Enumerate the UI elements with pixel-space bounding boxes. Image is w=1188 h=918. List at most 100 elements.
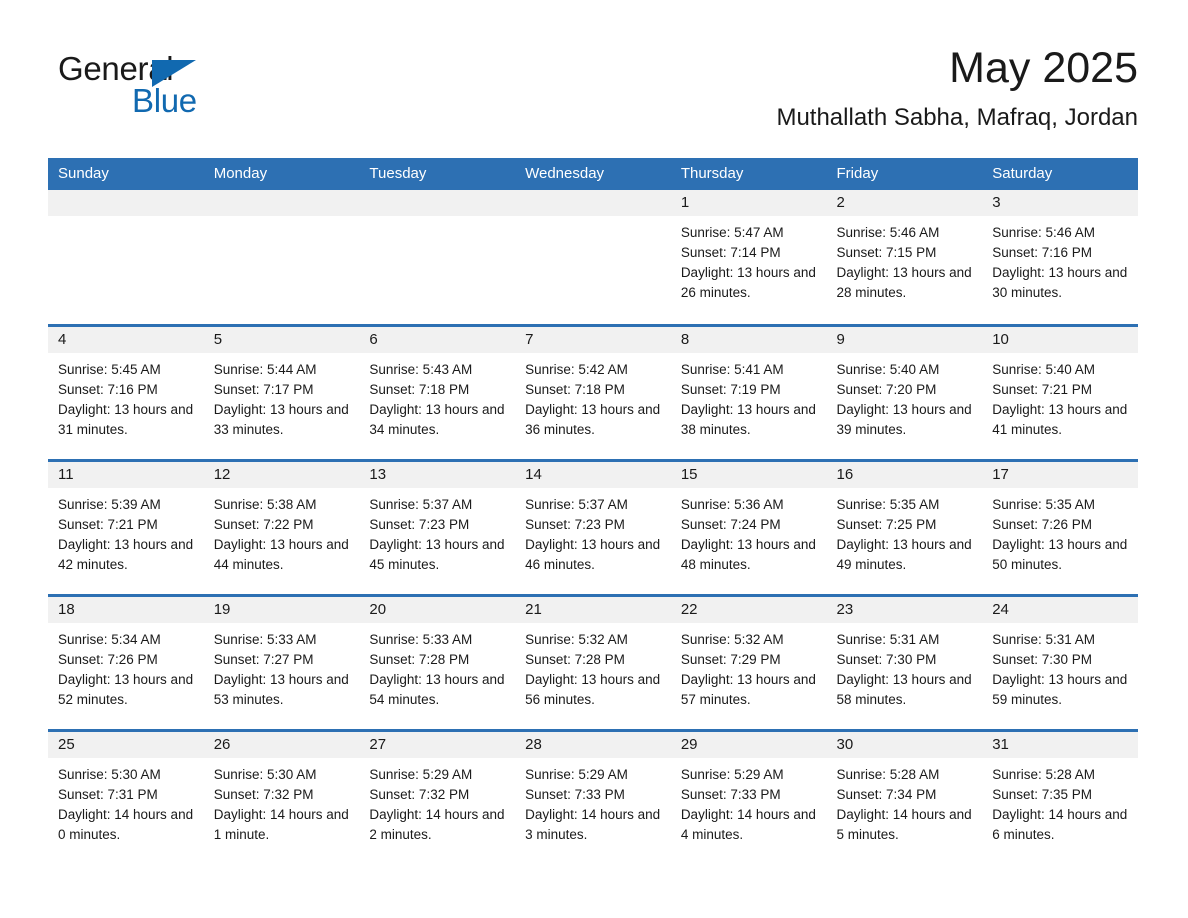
day-number <box>203 190 360 216</box>
calendar-day-cell[interactable]: 11 Sunrise: 5:39 AM Sunset: 7:21 PM Dayligh… <box>48 458 204 595</box>
sunrise-text: Sunrise: 5:29 AM <box>680 766 784 782</box>
calendar-day-cell[interactable]: 29 Sunrise: 5:29 AM Sunset: 7:33 PM Dayligh… <box>670 728 827 865</box>
sunset-text: Sunset: 7:35 PM <box>992 786 1093 802</box>
calendar-day-cell[interactable]: 1 Sunrise: 5:47 AM Sunset: 7:14 PM Daylight… <box>670 190 827 325</box>
daylight-text: Daylight: 13 hours and 53 minutes. <box>213 671 349 707</box>
sunset-text: Sunset: 7:21 PM <box>58 516 158 532</box>
day-number <box>515 190 671 216</box>
sunrise-text: Sunrise: 5:28 AM <box>992 766 1096 782</box>
calendar-day-cell[interactable]: 19 Sunrise: 5:33 AM Sunset: 7:27 PM Dayligh… <box>203 593 360 730</box>
daylight-text: Daylight: 13 hours and 49 minutes. <box>836 536 972 572</box>
sunset-text: Sunset: 7:18 PM <box>369 381 470 397</box>
calendar-day-cell[interactable]: 3 Sunrise: 5:46 AM Sunset: 7:16 PM Daylight… <box>982 190 1138 325</box>
daylight-text: Daylight: 13 hours and 45 minutes. <box>369 536 505 572</box>
daylight-text: Daylight: 13 hours and 44 minutes. <box>213 536 349 572</box>
general-blue-logo[interactable]: General Blue <box>58 52 218 122</box>
calendar-day-cell[interactable]: 17 Sunrise: 5:35 AM Sunset: 7:26 PM Dayligh… <box>982 458 1138 595</box>
calendar-day-cell[interactable]: 2 Sunrise: 5:46 AM Sunset: 7:15 PM Daylight… <box>826 190 983 325</box>
day-number: 27 <box>359 731 516 758</box>
day-details: Sunrise: 5:31 AM Sunset: 7:30 PM Daylight:… <box>982 623 1138 710</box>
calendar-day-cell[interactable]: 31 Sunrise: 5:28 AM Sunset: 7:35 PM Dayligh… <box>982 728 1138 865</box>
sunset-text: Sunset: 7:31 PM <box>58 786 158 802</box>
day-number: 4 <box>48 326 204 353</box>
weekday-header-friday: Friday <box>826 158 983 190</box>
day-details: Sunrise: 5:41 AM Sunset: 7:19 PM Daylight:… <box>671 353 827 440</box>
weekday-header-sunday: Sunday <box>48 158 204 190</box>
day-number: 22 <box>670 596 827 623</box>
calendar-day-cell[interactable]: 6 Sunrise: 5:43 AM Sunset: 7:18 PM Daylight… <box>359 323 516 460</box>
calendar-day-cell[interactable]: 27 Sunrise: 5:29 AM Sunset: 7:32 PM Dayligh… <box>359 728 516 865</box>
calendar-day-cell[interactable]: 30 Sunrise: 5:28 AM Sunset: 7:34 PM Dayligh… <box>826 728 983 865</box>
calendar-week-row: 1 Sunrise: 5:47 AM Sunset: 7:14 PM Daylight… <box>48 190 1138 325</box>
day-details: Sunrise: 5:29 AM Sunset: 7:33 PM Daylight:… <box>515 758 671 845</box>
calendar-day-cell[interactable]: 16 Sunrise: 5:35 AM Sunset: 7:25 PM Dayligh… <box>826 458 983 595</box>
sunrise-text: Sunrise: 5:37 AM <box>525 496 628 512</box>
daylight-text: Daylight: 13 hours and 36 minutes. <box>525 401 661 437</box>
daylight-text: Daylight: 14 hours and 5 minutes. <box>836 806 972 842</box>
calendar-day-cell[interactable]: 12 Sunrise: 5:38 AM Sunset: 7:22 PM Dayligh… <box>203 458 360 595</box>
sunset-text: Sunset: 7:23 PM <box>525 516 625 532</box>
calendar-day-cell[interactable]: 13 Sunrise: 5:37 AM Sunset: 7:23 PM Dayligh… <box>359 458 516 595</box>
calendar-day-cell[interactable]: 9 Sunrise: 5:40 AM Sunset: 7:20 PM Daylight… <box>826 323 983 460</box>
sunset-text: Sunset: 7:32 PM <box>369 786 470 802</box>
calendar-day-cell[interactable]: 21 Sunrise: 5:32 AM Sunset: 7:28 PM Dayligh… <box>515 593 671 730</box>
sunset-text: Sunset: 7:33 PM <box>680 786 781 802</box>
sunset-text: Sunset: 7:25 PM <box>836 516 937 532</box>
day-number: 16 <box>826 461 983 488</box>
calendar-day-cell[interactable]: 22 Sunrise: 5:32 AM Sunset: 7:29 PM Dayligh… <box>670 593 827 730</box>
calendar-day-cell[interactable]: 4 Sunrise: 5:45 AM Sunset: 7:16 PM Daylight… <box>48 323 204 460</box>
daylight-text: Daylight: 13 hours and 48 minutes. <box>680 536 816 572</box>
calendar-week-row: 25 Sunrise: 5:30 AM Sunset: 7:31 PM Dayligh… <box>48 728 1138 865</box>
daylight-text: Daylight: 13 hours and 52 minutes. <box>58 671 194 707</box>
sunset-text: Sunset: 7:26 PM <box>992 516 1093 532</box>
daylight-text: Daylight: 14 hours and 4 minutes. <box>680 806 816 842</box>
day-number: 6 <box>359 326 516 353</box>
sunrise-text: Sunrise: 5:30 AM <box>58 766 161 782</box>
weekday-header-monday: Monday <box>203 158 360 190</box>
weekday-header-tuesday: Tuesday <box>359 158 516 190</box>
day-number: 5 <box>203 326 360 353</box>
day-details: Sunrise: 5:31 AM Sunset: 7:30 PM Daylight:… <box>827 623 983 710</box>
day-number: 11 <box>48 461 204 488</box>
sunset-text: Sunset: 7:18 PM <box>525 381 625 397</box>
day-details: Sunrise: 5:40 AM Sunset: 7:20 PM Daylight:… <box>827 353 983 440</box>
day-details <box>515 216 671 223</box>
sunrise-text: Sunrise: 5:42 AM <box>525 361 628 377</box>
daylight-text: Daylight: 13 hours and 30 minutes. <box>992 265 1128 300</box>
sunset-text: Sunset: 7:27 PM <box>213 651 314 667</box>
day-number: 30 <box>826 731 983 758</box>
day-details: Sunrise: 5:32 AM Sunset: 7:29 PM Daylight:… <box>671 623 827 710</box>
daylight-text: Daylight: 13 hours and 56 minutes. <box>525 671 661 707</box>
calendar-day-cell[interactable]: 24 Sunrise: 5:31 AM Sunset: 7:30 PM Dayligh… <box>982 593 1138 730</box>
sunrise-text: Sunrise: 5:29 AM <box>369 766 473 782</box>
sunset-text: Sunset: 7:30 PM <box>836 651 937 667</box>
calendar-body: 1 Sunrise: 5:47 AM Sunset: 7:14 PM Daylight… <box>48 190 1138 865</box>
calendar-day-cell[interactable]: 5 Sunrise: 5:44 AM Sunset: 7:17 PM Daylight… <box>203 323 360 460</box>
calendar-day-cell[interactable]: 15 Sunrise: 5:36 AM Sunset: 7:24 PM Dayligh… <box>670 458 827 595</box>
day-details: Sunrise: 5:33 AM Sunset: 7:28 PM Daylight:… <box>359 623 515 710</box>
calendar-day-cell[interactable]: 10 Sunrise: 5:40 AM Sunset: 7:21 PM Dayligh… <box>982 323 1138 460</box>
sunset-text: Sunset: 7:17 PM <box>213 381 314 397</box>
day-details: Sunrise: 5:30 AM Sunset: 7:32 PM Daylight:… <box>204 758 360 845</box>
calendar-day-cell[interactable]: 8 Sunrise: 5:41 AM Sunset: 7:19 PM Daylight… <box>670 323 827 460</box>
calendar-day-cell[interactable]: 25 Sunrise: 5:30 AM Sunset: 7:31 PM Dayligh… <box>48 728 204 865</box>
sunset-text: Sunset: 7:23 PM <box>369 516 470 532</box>
sunrise-text: Sunrise: 5:28 AM <box>836 766 940 782</box>
daylight-text: Daylight: 13 hours and 34 minutes. <box>369 401 505 437</box>
calendar-day-cell[interactable]: 28 Sunrise: 5:29 AM Sunset: 7:33 PM Dayligh… <box>515 728 671 865</box>
day-number: 23 <box>826 596 983 623</box>
day-number: 7 <box>515 326 671 353</box>
sunrise-text: Sunrise: 5:31 AM <box>836 631 940 647</box>
day-details: Sunrise: 5:40 AM Sunset: 7:21 PM Daylight:… <box>982 353 1138 440</box>
calendar-day-cell[interactable]: 14 Sunrise: 5:37 AM Sunset: 7:23 PM Dayligh… <box>515 458 671 595</box>
calendar-day-cell[interactable]: 18 Sunrise: 5:34 AM Sunset: 7:26 PM Dayligh… <box>48 593 204 730</box>
calendar-day-cell[interactable]: 7 Sunrise: 5:42 AM Sunset: 7:18 PM Daylight… <box>515 323 671 460</box>
day-details: Sunrise: 5:38 AM Sunset: 7:22 PM Daylight:… <box>204 488 360 575</box>
day-number: 19 <box>203 596 360 623</box>
sunrise-text: Sunrise: 5:33 AM <box>213 631 317 647</box>
calendar-day-cell[interactable]: 26 Sunrise: 5:30 AM Sunset: 7:32 PM Dayligh… <box>203 728 360 865</box>
calendar-head: Sunday Monday Tuesday Wednesday Thursday… <box>48 158 1138 190</box>
calendar-day-cell[interactable]: 23 Sunrise: 5:31 AM Sunset: 7:30 PM Dayligh… <box>826 593 983 730</box>
sunrise-text: Sunrise: 5:46 AM <box>992 225 1096 240</box>
calendar-day-cell[interactable]: 20 Sunrise: 5:33 AM Sunset: 7:28 PM Dayligh… <box>359 593 516 730</box>
